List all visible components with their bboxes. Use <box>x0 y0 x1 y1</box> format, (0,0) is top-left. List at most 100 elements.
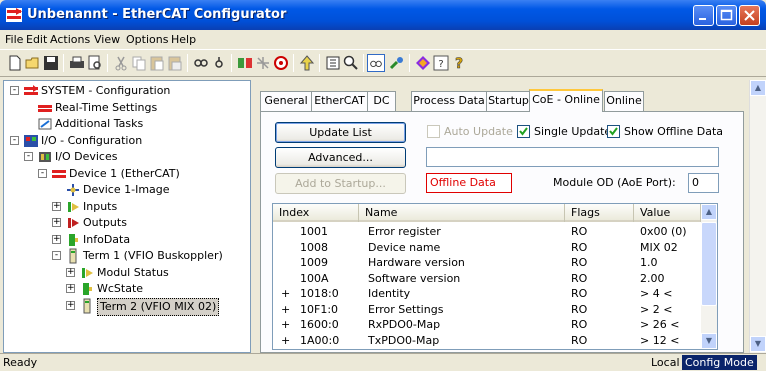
single-update-checkbox[interactable]: Single Update <box>517 125 611 139</box>
tab-dc[interactable]: DC <box>367 91 396 111</box>
close-button[interactable] <box>739 5 760 26</box>
column-header-value[interactable]: Value <box>634 204 701 222</box>
expand-icon[interactable]: + <box>66 284 75 293</box>
update-list-button[interactable]: Update List <box>275 122 406 143</box>
reload-icon[interactable] <box>254 54 272 72</box>
tree-item[interactable]: + Term 2 (VFIO MIX 02) <box>4 297 250 316</box>
checkmark-icon <box>519 127 528 136</box>
new-icon[interactable] <box>6 54 24 72</box>
zoom-icon[interactable] <box>342 54 360 72</box>
close-icon <box>744 10 755 21</box>
tree-item[interactable]: - I/O - Configuration <box>4 133 250 149</box>
object-row[interactable]: 1008 Device name RO MIX 02 <box>273 240 701 255</box>
sdo-info-field[interactable] <box>426 147 719 167</box>
tab-process-data[interactable]: Process Data <box>411 91 487 111</box>
row-expander[interactable]: + <box>281 333 290 348</box>
open-icon[interactable] <box>24 54 42 72</box>
scan-devices-icon[interactable] <box>236 54 254 72</box>
advanced-button[interactable]: Advanced... <box>275 147 406 168</box>
tree-item[interactable]: + Inputs <box>4 199 250 215</box>
tree-item[interactable]: + WcState <box>4 281 250 297</box>
add-to-startup-button[interactable]: Add to Startup... <box>275 173 406 194</box>
title-bar[interactable]: Unbenannt - EtherCAT Configurator <box>0 0 766 30</box>
scroll-up-icon[interactable]: ▲ <box>750 80 766 96</box>
print-preview-icon[interactable] <box>86 54 104 72</box>
menu-options[interactable]: Options <box>126 33 168 46</box>
menu-view[interactable]: View <box>94 33 120 46</box>
expand-icon[interactable]: + <box>52 201 61 211</box>
find-icon[interactable] <box>192 54 210 72</box>
tree-item[interactable]: - SYSTEM - Configuration <box>4 83 250 99</box>
tree-item[interactable]: + Modul Status <box>4 265 250 281</box>
find-next-icon[interactable] <box>210 54 228 72</box>
tab-online[interactable]: Online <box>604 91 644 111</box>
insert-icon[interactable] <box>324 54 342 72</box>
object-row[interactable]: +1600:0 RxPDO0-Map RO > 26 < <box>273 317 701 332</box>
expand-icon[interactable]: + <box>66 267 75 277</box>
tab-coe-online[interactable]: CoE - Online <box>529 89 603 112</box>
tab-ethercat[interactable]: EtherCAT <box>311 91 368 111</box>
paste-special-icon[interactable] <box>166 54 184 72</box>
copy-icon[interactable] <box>130 54 148 72</box>
scroll-up-icon[interactable]: ▲ <box>701 204 717 220</box>
help-icon[interactable]: ? <box>432 54 450 72</box>
toggle-free-run-icon[interactable] <box>272 54 290 72</box>
row-expander[interactable]: + <box>281 317 290 332</box>
auto-update-checkbox[interactable]: Auto Update <box>427 125 513 139</box>
tree-item[interactable]: + InfoData <box>4 232 250 248</box>
module-od-input[interactable]: 0 <box>688 173 719 193</box>
paste-icon[interactable] <box>148 54 166 72</box>
pane-scrollbar[interactable]: ▲ ▼ <box>749 80 766 353</box>
scroll-thumb[interactable] <box>701 222 717 306</box>
maximize-button[interactable] <box>716 5 737 26</box>
print-icon[interactable] <box>68 54 86 72</box>
tree-item[interactable]: - Device 1 (EtherCAT) <box>4 166 250 182</box>
menu-actions[interactable]: Actions <box>50 33 90 46</box>
object-row[interactable]: +10F1:0 Error Settings RO > 2 < <box>273 302 701 317</box>
column-header-index[interactable]: Index <box>273 204 359 222</box>
object-row[interactable]: 100A Software version RO 2.00 <box>273 271 701 286</box>
diagnose-icon[interactable] <box>414 54 432 72</box>
menu-file[interactable]: File <box>5 33 23 46</box>
tree-item[interactable]: Device 1-Image <box>4 182 250 198</box>
row-expander[interactable]: + <box>281 286 290 301</box>
collapse-icon[interactable]: - <box>52 251 61 260</box>
context-help-icon[interactable]: ? <box>450 54 468 72</box>
collapse-icon[interactable]: - <box>24 152 33 161</box>
cut-icon[interactable] <box>112 54 130 72</box>
collapse-icon[interactable]: - <box>10 135 19 145</box>
object-row[interactable]: +1A00:0 TxPDO0-Map RO > 12 < <box>273 333 701 348</box>
online-watch-icon[interactable] <box>367 54 385 72</box>
column-header-flags[interactable]: Flags <box>565 204 634 222</box>
save-icon[interactable] <box>42 54 60 72</box>
tree-item[interactable]: - Term 1 (VFIO Buskoppler) <box>4 248 250 264</box>
object-row[interactable]: 1009 Hardware version RO 1.0 <box>273 255 701 270</box>
object-list[interactable]: Index Name Flags Value 1001 Error registe… <box>272 203 718 350</box>
column-header-name[interactable]: Name <box>359 204 565 222</box>
menu-help[interactable]: Help <box>171 33 196 46</box>
tree-item[interactable]: Additional Tasks <box>4 116 250 132</box>
object-row[interactable]: +1018:0 Identity RO > 4 < <box>273 286 701 301</box>
object-row[interactable]: 1001 Error register RO 0x00 (0) <box>273 224 701 239</box>
tree-item[interactable]: + Outputs <box>4 215 250 231</box>
collapse-icon[interactable]: - <box>38 168 47 178</box>
show-offline-data-checkbox[interactable]: Show Offline Data <box>607 125 723 139</box>
menu-edit[interactable]: Edit <box>26 33 47 46</box>
row-expander[interactable]: + <box>281 302 290 317</box>
row-name: Software version <box>368 271 461 285</box>
collapse-icon[interactable]: - <box>10 86 19 95</box>
tree-item[interactable]: - I/O Devices <box>4 149 250 165</box>
sort-icon[interactable] <box>298 54 316 72</box>
expand-icon[interactable]: + <box>52 218 61 227</box>
scroll-down-icon[interactable]: ▼ <box>750 336 766 352</box>
solution-tree[interactable]: - SYSTEM - Configuration Real-Time Setting… <box>3 80 251 353</box>
expand-icon[interactable]: + <box>66 300 75 310</box>
list-scrollbar[interactable]: ▲ ▼ <box>701 204 717 349</box>
minimize-button[interactable] <box>693 5 714 26</box>
config-mode-icon[interactable] <box>388 54 406 72</box>
tree-item[interactable]: Real-Time Settings <box>4 100 250 116</box>
tab-general[interactable]: General <box>260 91 312 111</box>
tab-startup[interactable]: Startup <box>486 91 531 111</box>
expand-icon[interactable]: + <box>52 234 61 244</box>
scroll-down-icon[interactable]: ▼ <box>701 333 717 349</box>
